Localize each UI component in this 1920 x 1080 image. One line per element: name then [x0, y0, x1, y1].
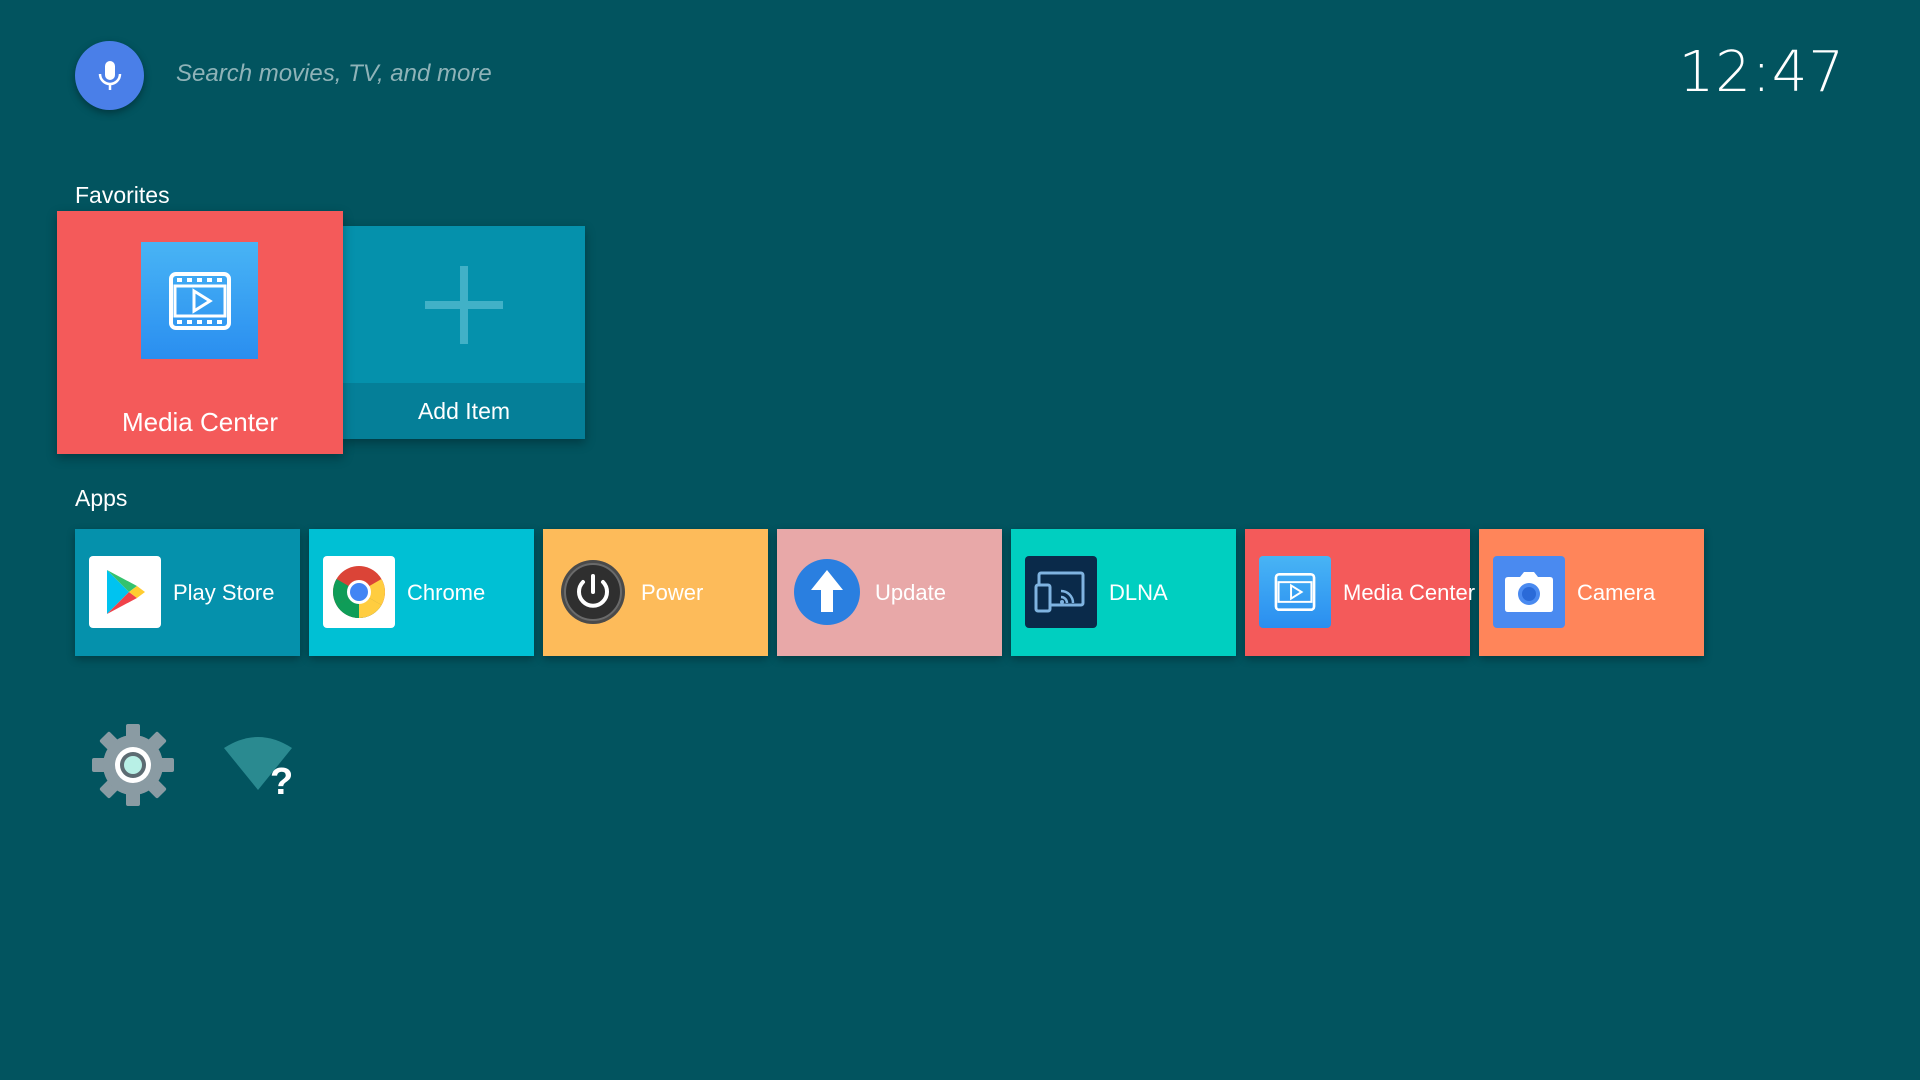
app-label: Power — [641, 580, 704, 605]
app-tile-chrome[interactable]: Chrome — [309, 529, 534, 656]
app-tile-media-center[interactable]: Media Center — [1245, 529, 1475, 656]
app-label: Camera — [1577, 580, 1656, 605]
chrome-icon — [323, 556, 395, 628]
power-icon — [557, 556, 629, 628]
camera-icon — [1493, 556, 1565, 628]
app-tile-power[interactable]: Power — [543, 529, 768, 656]
favorite-add-item[interactable]: Add Item — [343, 226, 585, 439]
app-label: Update — [875, 580, 946, 605]
favorite-label: Media Center — [121, 407, 279, 437]
app-tile-update[interactable]: Update — [777, 529, 1002, 656]
plus-icon — [425, 265, 503, 344]
apps-title: Apps — [75, 485, 128, 511]
app-tile-dlna[interactable]: DLNA — [1011, 529, 1236, 656]
settings-gear-icon — [92, 724, 174, 806]
app-tile-camera[interactable]: Camera — [1479, 529, 1704, 656]
tv-launcher-home: Search movies, TV, and more 12:47 Favori… — [0, 0, 1920, 1080]
voice-search-button[interactable] — [75, 41, 144, 110]
settings-button[interactable] — [90, 722, 176, 808]
search-input[interactable]: Search movies, TV, and more — [176, 60, 492, 88]
favorite-label: Add Item — [343, 383, 585, 439]
dlna-cast-icon — [1025, 556, 1097, 628]
app-label: Media Center — [1343, 580, 1476, 605]
media-center-icon — [1259, 556, 1331, 628]
favorites-title: Favorites — [75, 182, 170, 208]
clock: 12:47 — [1678, 40, 1845, 105]
svg-text:?: ? — [270, 761, 293, 802]
microphone-icon — [98, 60, 121, 90]
app-label: Chrome — [407, 580, 486, 605]
app-tile-play-store[interactable]: Play Store — [75, 529, 300, 656]
network-status-button[interactable]: ? — [220, 730, 300, 803]
app-label: Play Store — [173, 580, 275, 605]
favorite-media-center[interactable]: Media Center — [57, 211, 343, 454]
wifi-unknown-icon: ? — [224, 737, 293, 803]
app-label: DLNA — [1109, 580, 1168, 605]
update-arrow-icon — [791, 556, 863, 628]
play-store-icon — [89, 556, 161, 628]
media-center-icon — [141, 242, 258, 359]
